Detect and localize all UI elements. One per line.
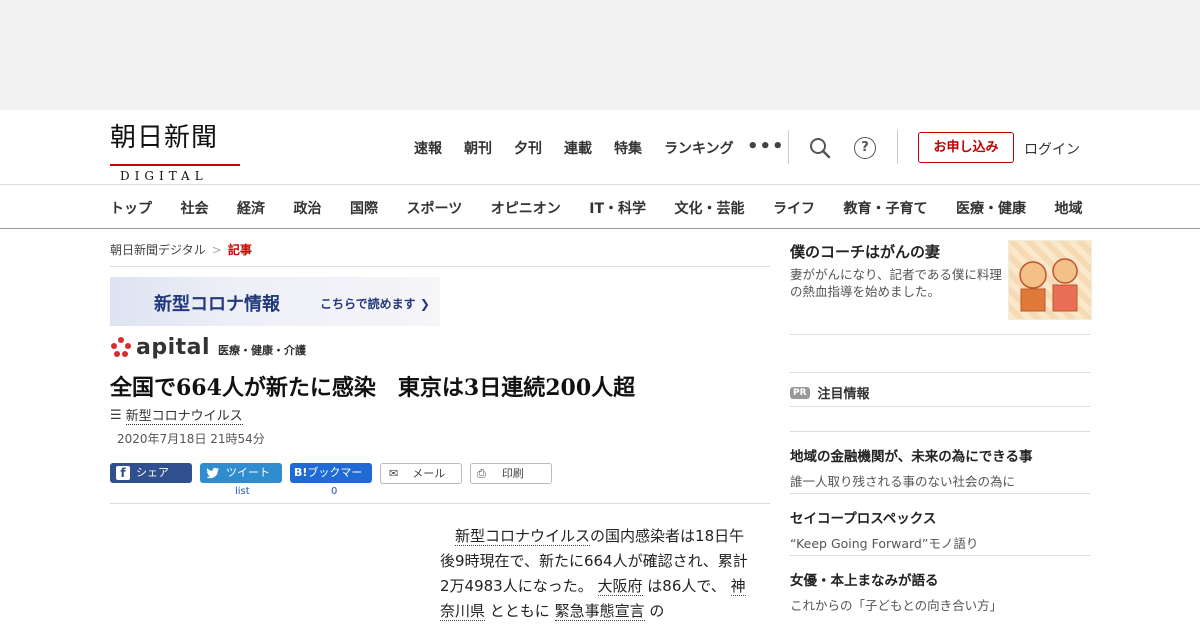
topic-link[interactable]: 大阪府 <box>597 577 643 596</box>
hatena-icon: B! <box>294 466 308 479</box>
topic-tag[interactable]: ☰ 新型コロナウイルス <box>110 405 243 425</box>
nav-evening[interactable]: 夕刊 <box>514 138 542 158</box>
cat-life[interactable]: ライフ <box>773 198 815 218</box>
cat-education[interactable]: 教育・子育て <box>844 198 928 218</box>
print-icon: ⎙ <box>477 467 486 480</box>
pr-title: 注目情報 <box>817 387 870 402</box>
pr-header: PR 注目情報 <box>790 383 870 402</box>
twitter-share-label: ツイート <box>226 466 270 479</box>
feature-image[interactable] <box>1008 240 1092 320</box>
logo-underline <box>110 164 240 166</box>
hatena-bookmark-button[interactable]: B!ブックマーク <box>290 463 372 499</box>
body-text: の <box>649 602 665 620</box>
divider <box>110 266 770 267</box>
top-nav: 速報 朝刊 夕刊 連載 特集 ランキング <box>414 138 756 158</box>
category-nav: トップ 社会 経済 政治 国際 スポーツ オピニオン IT・科学 文化・芸能 ラ… <box>0 184 1200 229</box>
corona-info-banner[interactable]: 新型コロナ情報 こちらで読めます ❯ <box>110 277 440 326</box>
login-link[interactable]: ログイン <box>1024 139 1080 159</box>
pr-item-desc: 誰一人取り残される事のない社会の為に <box>790 474 1016 489</box>
facebook-icon: f <box>116 466 130 480</box>
topic-link[interactable]: 新型コロナウイルス <box>455 527 591 546</box>
pr-item[interactable]: 女優・本上まなみが語る これからの「子どもとの向き合い方」 <box>790 569 1002 614</box>
topic-link[interactable]: 緊急事態宣言 <box>554 602 645 621</box>
cat-opinion[interactable]: オピニオン <box>491 198 561 218</box>
mail-share-button[interactable]: ✉ メール <box>380 463 462 484</box>
site-header: 朝日新聞 DIGITAL 速報 朝刊 夕刊 連載 特集 ランキング ••• ? … <box>0 110 1200 229</box>
pr-item[interactable]: セイコープロスペックス “Keep Going Forward”モノ語り <box>790 507 978 552</box>
header-divider <box>788 130 789 164</box>
search-icon[interactable] <box>808 136 834 162</box>
cat-it-science[interactable]: IT・科学 <box>589 198 646 218</box>
cat-health[interactable]: 医療・健康 <box>956 198 1026 218</box>
more-menu-icon[interactable]: ••• <box>747 136 785 157</box>
mail-label: メール <box>412 467 446 480</box>
top-ad-area <box>0 0 1200 110</box>
pr-item-desc: これからの「子どもとの向き合い方」 <box>790 598 1003 613</box>
cat-economy[interactable]: 経済 <box>237 198 265 218</box>
cat-region[interactable]: 地域 <box>1055 198 1083 218</box>
divider <box>110 503 770 504</box>
breadcrumb-separator: > <box>211 243 222 257</box>
divider <box>790 334 1090 335</box>
breadcrumb-home[interactable]: 朝日新聞デジタル <box>110 243 206 257</box>
pr-item-desc: “Keep Going Forward”モノ語り <box>790 536 979 551</box>
section-name: apital <box>136 335 211 360</box>
twitter-count[interactable]: list <box>235 486 250 497</box>
facebook-share-label: シェア <box>136 466 169 479</box>
nav-series[interactable]: 連載 <box>564 138 592 158</box>
divider <box>790 431 1090 432</box>
logo-sub-text: DIGITAL <box>120 169 208 183</box>
nav-morning[interactable]: 朝刊 <box>464 138 492 158</box>
article-date: 2020年7月18日 21時54分 <box>117 432 265 446</box>
banner-cta: こちらで読めます ❯ <box>320 297 430 311</box>
feature-title[interactable]: 僕のコーチはがんの妻 <box>790 241 940 262</box>
body-text: は86人で、 <box>647 577 726 595</box>
topic-label: 新型コロナウイルス <box>125 405 243 425</box>
body-text: とともに <box>489 602 550 620</box>
list-icon: ☰ <box>110 407 122 423</box>
divider <box>790 406 1090 407</box>
breadcrumb-current: 記事 <box>227 243 252 257</box>
twitter-icon <box>206 466 220 480</box>
article-headline: 全国で664人が新たに感染 東京は3日連続200人超 <box>110 375 636 401</box>
cat-sports[interactable]: スポーツ <box>407 198 463 218</box>
twitter-share-button[interactable]: ツイート <box>200 463 282 483</box>
divider <box>790 493 1090 494</box>
divider <box>790 372 1090 373</box>
body-indent <box>440 527 455 545</box>
facebook-share-button[interactable]: f シェア <box>110 463 192 483</box>
cat-society[interactable]: 社会 <box>181 198 209 218</box>
cat-top[interactable]: トップ <box>110 198 152 218</box>
breadcrumb: 朝日新聞デジタル > 記事 <box>110 241 252 258</box>
cat-politics[interactable]: 政治 <box>294 198 322 218</box>
help-icon[interactable]: ? <box>854 137 876 159</box>
print-button[interactable]: ⎙ 印刷 <box>470 463 552 484</box>
apital-logo-icon <box>110 337 132 359</box>
nav-features[interactable]: 特集 <box>614 138 642 158</box>
feature-desc[interactable]: 妻ががんになり、記者である僕に料理の熱血指導を始めました。 <box>790 266 1005 300</box>
print-label: 印刷 <box>501 467 524 480</box>
pr-item-title: セイコープロスペックス <box>790 511 937 527</box>
banner-title: 新型コロナ情報 <box>154 294 280 315</box>
mail-icon: ✉ <box>389 467 399 480</box>
article-body: 新型コロナウイルスの国内感染者は18日午後9時現在で、新たに664人が確認され、… <box>440 524 752 624</box>
cat-culture[interactable]: 文化・芸能 <box>675 198 745 218</box>
header-divider <box>897 130 898 164</box>
pr-item[interactable]: 地域の金融機関が、未来の為にできる事 誰一人取り残される事のない社会の為に <box>790 445 1032 490</box>
pr-item-title: 地域の金融機関が、未来の為にできる事 <box>790 449 1033 465</box>
logo-main-text: 朝日新聞 <box>110 123 219 153</box>
subscribe-button[interactable]: お申し込み <box>918 132 1014 163</box>
nav-ranking[interactable]: ランキング <box>664 138 734 158</box>
divider <box>790 555 1090 556</box>
cat-international[interactable]: 国際 <box>350 198 378 218</box>
section-label[interactable]: apital 医療・健康・介護 <box>110 337 306 359</box>
pr-badge: PR <box>790 386 810 399</box>
site-logo[interactable]: 朝日新聞 DIGITAL <box>110 123 240 183</box>
nav-breaking[interactable]: 速報 <box>414 138 442 158</box>
hatena-count[interactable]: 0 <box>331 486 337 497</box>
section-sub: 医療・健康・介護 <box>218 344 307 357</box>
pr-item-title: 女優・本上まなみが語る <box>790 573 939 589</box>
